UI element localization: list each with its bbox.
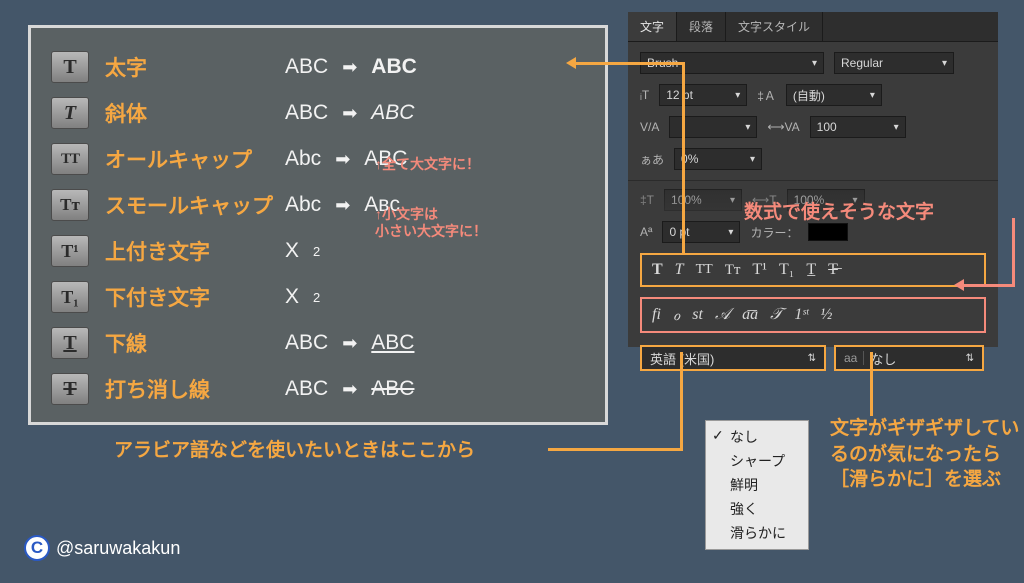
leading-value: (自動) <box>793 87 825 104</box>
baseline-dropdown[interactable]: 0 pt▾ <box>662 221 740 243</box>
aa-prefix-label: aa <box>844 351 864 365</box>
toolbar-btn[interactable]: fi <box>652 306 661 324</box>
toolbar-btn[interactable]: ℴ <box>673 305 680 325</box>
option-label: スモールキャップ <box>105 190 285 220</box>
style-toolbar-1: TTTTTᴛT¹T₁T̲T̶ <box>640 253 986 287</box>
option-sample: X2 <box>285 239 320 263</box>
color-swatch[interactable] <box>808 223 848 241</box>
option-row: T 太字ABC➡ABC <box>51 44 585 90</box>
option-label: 斜体 <box>105 98 285 128</box>
option-label: 太字 <box>105 52 285 82</box>
toolbar-btn[interactable]: 1ˢᵗ <box>794 306 808 324</box>
toolbar-btn[interactable]: a͞a <box>742 306 758 324</box>
option-row: T¹ 上付き文字X2 <box>51 228 585 274</box>
font-size-value: 12 pt <box>666 88 693 102</box>
baseline-icon: Aª <box>640 225 652 239</box>
note-allcaps: ↑全て大文字に！ <box>375 156 480 173</box>
option-row: T 斜体ABC➡ABC <box>51 90 585 136</box>
font-style-dropdown[interactable]: Regular▾ <box>834 52 954 74</box>
option-icon: T¹ <box>51 235 89 267</box>
toolbar-btn[interactable]: ½ <box>820 306 832 324</box>
menu-item[interactable]: なし <box>706 425 808 449</box>
callout-formula: 数式で使えそうな文字 <box>744 200 934 226</box>
panel-tab[interactable]: 文字 <box>628 12 677 41</box>
option-icon: T <box>51 373 89 405</box>
option-row: T 打ち消し線ABC➡ABC <box>51 366 585 412</box>
kerning-icon: V/A <box>640 120 659 134</box>
option-row: TTオールキャップAbc➡ABC <box>51 136 585 182</box>
panel-tab[interactable]: 段落 <box>677 12 726 41</box>
menu-item[interactable]: 強く <box>706 497 808 521</box>
panel-tabs: 文字段落文字スタイル <box>628 12 998 42</box>
font-size-dropdown[interactable]: 12 pt▾ <box>659 84 747 106</box>
toolbar-btn[interactable]: T̶ <box>828 261 838 279</box>
antialias-menu: なしシャープ鮮明強く滑らかに <box>705 420 809 550</box>
option-icon: T₁ <box>51 281 89 313</box>
baseline-value: 0 pt <box>669 225 689 239</box>
antialias-value: なし <box>870 349 896 368</box>
note-smallcaps: ↑小文字は小さい大文字に！ <box>375 206 487 240</box>
toolbar-btn[interactable]: Tᴛ <box>725 262 741 279</box>
option-label: 下線 <box>105 328 285 358</box>
tracking-icon: ⟷VA <box>767 120 799 134</box>
arrow-aa-vert <box>870 352 873 416</box>
arrow-panel-vert <box>682 62 685 254</box>
color-label: カラー： <box>750 224 798 241</box>
toolbar-btn[interactable]: TT <box>696 262 713 278</box>
leading-icon: ‡Ａ <box>757 87 776 104</box>
tsume-icon: ぁあ <box>640 151 664 168</box>
language-dropdown[interactable]: 英語 (米国) ⇅ <box>640 345 826 371</box>
font-size-icon: ᵢT <box>640 88 649 102</box>
toolbar-btn[interactable]: T₁ <box>779 261 794 279</box>
arrow-to-table <box>576 62 682 65</box>
style-toolbar-2: fiℴst 𝒜a͞a 𝒯 1ˢᵗ ½ <box>640 297 986 333</box>
menu-item[interactable]: 滑らかに <box>706 521 808 545</box>
arrow-lang-horz <box>548 448 683 451</box>
option-sample: ABC➡ABC <box>285 101 414 125</box>
toolbar-btn[interactable]: T̲ <box>806 261 816 279</box>
tracking-value: 100 <box>817 120 837 134</box>
tsume-dropdown[interactable]: 0%▾ <box>674 148 762 170</box>
option-icon: TT <box>51 143 89 175</box>
font-style-value: Regular <box>841 56 883 70</box>
credit-handle: @saruwakakun <box>56 538 180 559</box>
option-icon: T <box>51 51 89 83</box>
menu-item[interactable]: シャープ <box>706 449 808 473</box>
option-label: オールキャップ <box>105 144 285 174</box>
option-label: 下付き文字 <box>105 282 285 312</box>
option-icon: T <box>51 327 89 359</box>
option-row: T 下線ABC➡ABC <box>51 320 585 366</box>
callout-arabic: アラビア語などを使いたいときはここから <box>114 438 475 464</box>
option-label: 上付き文字 <box>105 236 285 266</box>
callout-smooth: 文字がギザギザしているのが気になったら［滑らかに］を選ぶ <box>830 416 1020 493</box>
option-icon: Tᴛ <box>51 189 89 221</box>
toolbar-btn[interactable]: T <box>675 261 684 279</box>
option-sample: ABC➡ABC <box>285 331 414 355</box>
arrow-to-toolbar2 <box>964 284 1012 287</box>
leading-dropdown[interactable]: (自動)▾ <box>786 84 882 106</box>
font-options-table: T太字ABC➡ABCT斜体ABC➡ABCTTオールキャップAbc➡ABCTᴛスモ… <box>28 25 608 425</box>
tracking-dropdown[interactable]: 100▾ <box>810 116 906 138</box>
arrow-lang-vert <box>680 352 683 448</box>
option-sample: ABC➡ABC <box>285 377 414 401</box>
menu-item[interactable]: 鮮明 <box>706 473 808 497</box>
option-sample: ABC➡ABC <box>285 55 417 79</box>
copyright-icon: C <box>24 535 50 561</box>
option-label: 打ち消し線 <box>105 374 285 404</box>
credit-badge: C @saruwakakun <box>24 535 180 561</box>
toolbar-btn[interactable]: T¹ <box>752 261 767 279</box>
arrow-toolbar2-vert <box>1012 218 1015 287</box>
option-icon: T <box>51 97 89 129</box>
toolbar-btn[interactable]: 𝒜 <box>715 306 730 324</box>
antialias-dropdown[interactable]: aa なし ⇅ <box>834 345 984 371</box>
toolbar-btn[interactable]: 𝒯 <box>770 306 782 324</box>
option-sample: X2 <box>285 285 320 309</box>
panel-tab[interactable]: 文字スタイル <box>726 12 823 41</box>
option-row: TᴛスモールキャップAbc➡Aʙᴄ <box>51 182 585 228</box>
toolbar-btn[interactable]: T <box>652 261 663 279</box>
toolbar-btn[interactable]: st <box>692 306 703 324</box>
option-row: T₁ 下付き文字X2 <box>51 274 585 320</box>
